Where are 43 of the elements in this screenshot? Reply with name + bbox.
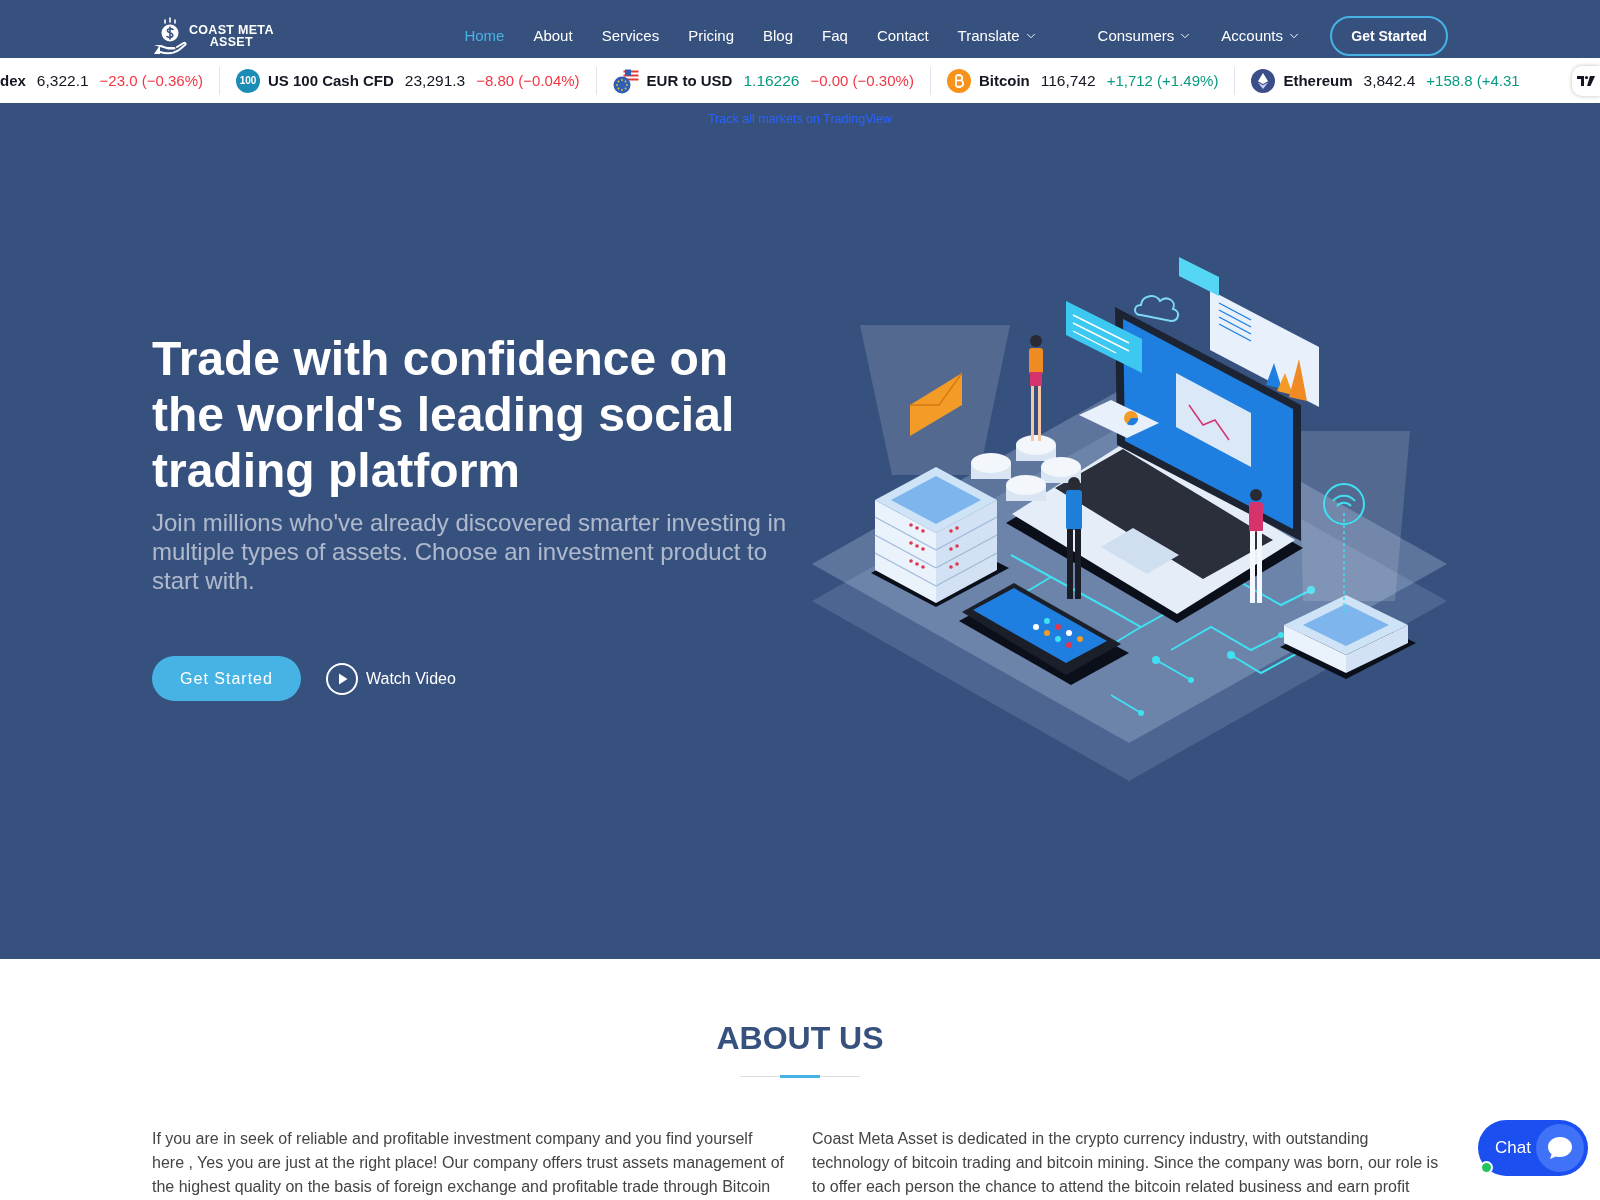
logo-text: ASSET (209, 36, 253, 48)
section-title: ABOUT US (716, 1019, 884, 1058)
symbol-name: Bitcoin (978, 70, 1030, 91)
price-change: −23.0 (−0.36%) (99, 70, 203, 91)
hero-subtitle: Join millions who've already discovered smarter investing in multiple types of assets. Choose an investment product to start with. (152, 508, 788, 595)
price-change: +1,712 (+1.49%) (1106, 70, 1219, 91)
symbol-name: Ethereum (1283, 70, 1353, 91)
coin-hand-icon (153, 17, 187, 55)
watch-video-link[interactable]: Watch Video (326, 662, 456, 695)
price-change: −8.80 (−0.04%) (476, 70, 580, 91)
about-paragraph: If you are in seek of reliable and profitable investment company and you find yourself here , Yes you are just at the right place! Our company offers trust assets management of the highest quality on the basis of foreign exchange and profitable trade through Bitcoin (152, 1129, 786, 1197)
play-icon (326, 662, 358, 695)
nav-link[interactable]: Blog (763, 26, 794, 46)
index-badge: 100 (236, 68, 260, 93)
price-value: 1.16226 (743, 70, 800, 91)
nav-link[interactable]: Consumers (1097, 26, 1193, 46)
symbol-name: EUR to USD (646, 70, 733, 91)
site-logo[interactable]: COAST META ASSET (152, 17, 274, 55)
about-paragraph: Coast Meta Asset is dedicated in the crypto currency industry, with outstanding technology of bitcoin trading and bitcoin mining. Since the company was born, our role is to offer each person the chance to attend the bitcoin related business and earn profit (812, 1129, 1440, 1197)
price-change: +158.8 (+4.31 (1426, 70, 1520, 91)
logo-text: COAST META (189, 24, 274, 36)
nav-link[interactable]: Accounts (1221, 26, 1301, 46)
ethereum-icon (1251, 68, 1276, 93)
nav-link[interactable]: Pricing (688, 26, 734, 46)
speech-bubble-icon (1536, 1124, 1584, 1172)
nav-link[interactable]: About (533, 26, 573, 46)
symbol-name: US 100 Cash CFD (268, 70, 394, 91)
price-value: 3,842.4 (1363, 70, 1416, 91)
symbol-name: dex (0, 70, 26, 91)
price-value: 23,291.3 (404, 70, 466, 91)
nav-link[interactable]: Translate (957, 26, 1038, 46)
price-value: 6,322.1 (36, 70, 89, 91)
hero-title: Trade with confidence on the world's leading social trading platform (152, 331, 736, 499)
chat-button[interactable]: Chat (1478, 1120, 1588, 1176)
flag-pair-icon (612, 67, 639, 94)
nav-link[interactable]: Faq (822, 26, 848, 46)
nav-link[interactable]: Contact (876, 26, 929, 46)
price-value: 116,742 (1040, 70, 1096, 91)
get-started-button[interactable]: Get Started (1330, 16, 1448, 56)
bitcoin-icon (946, 68, 971, 93)
price-change: −0.00 (−0.30%) (810, 70, 914, 91)
nav-link[interactable]: Services (601, 26, 660, 46)
title-accent-bar (780, 1075, 820, 1078)
